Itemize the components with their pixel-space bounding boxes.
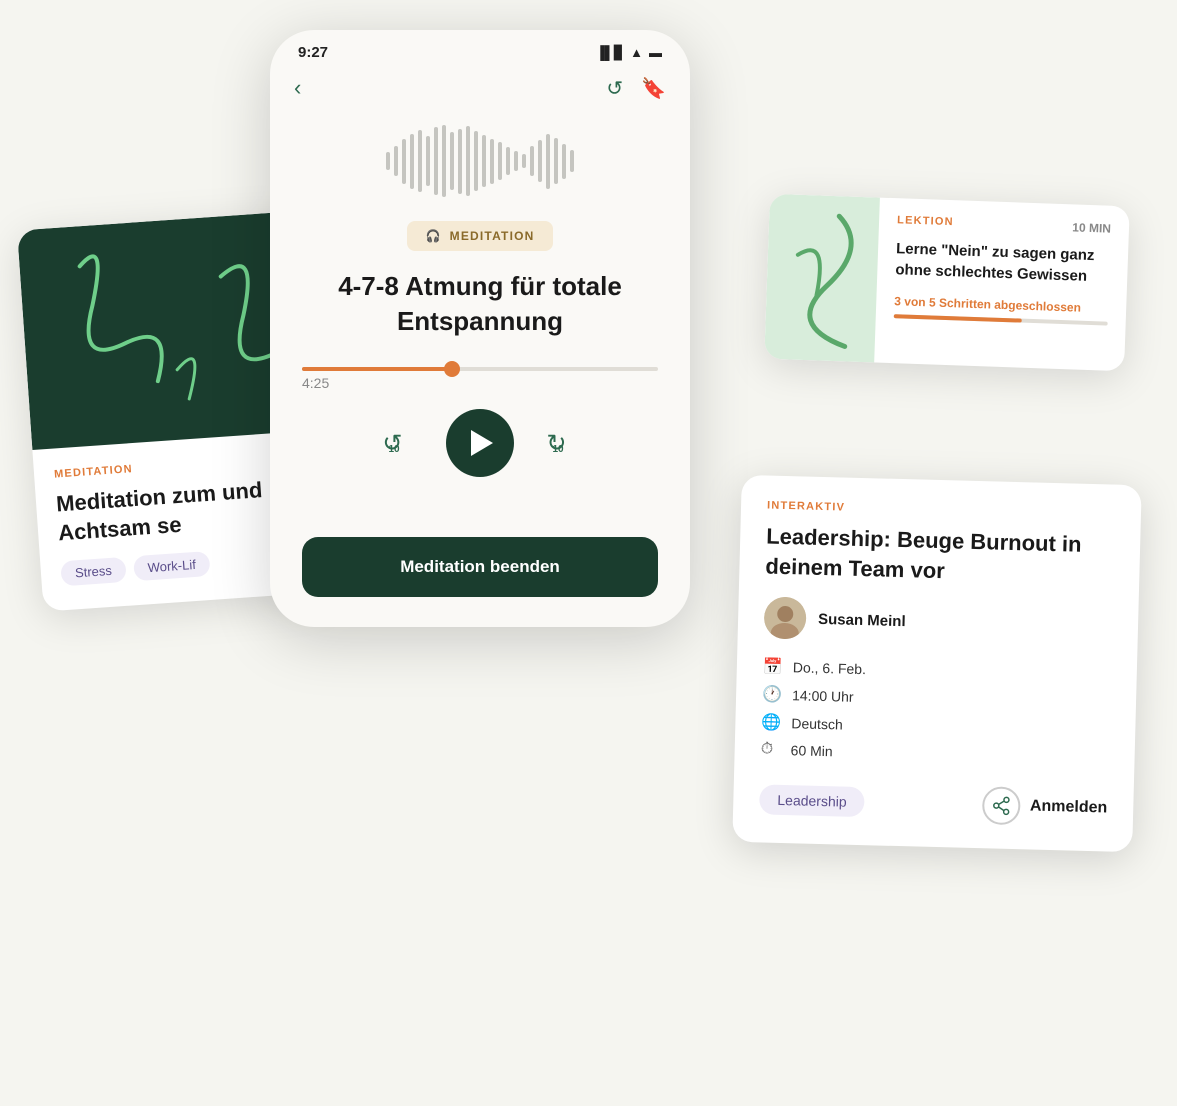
share-icon xyxy=(981,787,1020,826)
wave-bar xyxy=(530,146,534,176)
wave-bar xyxy=(434,127,438,195)
anmelden-label: Anmelden xyxy=(1030,798,1108,818)
battery-icon: ▬ xyxy=(649,45,662,60)
duration-row: ⏱ 60 Min xyxy=(760,741,1108,768)
wave-bar xyxy=(498,142,502,180)
tag-stress[interactable]: Stress xyxy=(60,557,126,586)
lektion-progress-text: 3 von 5 Schritten abgeschlossen xyxy=(894,294,1108,315)
progress-track xyxy=(302,367,658,371)
wifi-icon: ▲ xyxy=(630,45,643,60)
phone-status-bar: 9:27 ▐▌▊ ▲ ▬ xyxy=(270,30,690,67)
phone-time: 9:27 xyxy=(298,44,328,61)
duration-text: 60 Min xyxy=(790,743,832,760)
phone-nav: ‹ ↺ 🔖 xyxy=(270,67,690,111)
lang-text: Deutsch xyxy=(791,716,843,733)
lektion-title: Lerne "Nein" zu sagen ganz ohne schlecht… xyxy=(895,238,1110,287)
card-lektion: LEKTION 10 MIN Lerne "Nein" zu sagen gan… xyxy=(764,194,1130,371)
author-row: Susan Meinl xyxy=(764,597,1113,648)
date-row: 📅 Do., 6. Feb. xyxy=(763,657,1111,686)
wave-bar xyxy=(570,150,574,172)
lektion-steps-bar xyxy=(894,314,1108,325)
progress-time: 4:25 xyxy=(302,375,658,391)
progress-fill xyxy=(302,367,452,371)
play-icon xyxy=(471,430,493,456)
phone-main-title: 4-7-8 Atmung für totale Entspannung xyxy=(302,269,658,339)
author-name: Susan Meinl xyxy=(818,611,906,630)
signal-icon: ▐▌▊ xyxy=(596,45,624,61)
history-icon[interactable]: ↺ xyxy=(606,76,623,101)
wave-bar xyxy=(562,144,566,179)
meditation-badge: 🎧 MEDITATION xyxy=(407,221,552,251)
wave-bar xyxy=(482,135,486,187)
time-text: 14:00 Uhr xyxy=(792,688,854,706)
phone-nav-icons: ↺ 🔖 xyxy=(606,76,666,101)
wave-bar xyxy=(386,152,390,170)
skip-back-button[interactable]: ↺ 10 xyxy=(378,423,418,463)
lektion-top-row: LEKTION 10 MIN xyxy=(897,214,1111,235)
wave-bar xyxy=(442,125,446,197)
wave-bar xyxy=(402,139,406,184)
lektion-steps-fill xyxy=(894,314,1022,322)
wave-bar xyxy=(418,130,422,192)
wave-bar xyxy=(554,138,558,184)
tag-worklife[interactable]: Work-Lif xyxy=(133,551,211,581)
wave-bar xyxy=(394,146,398,176)
date-text: Do., 6. Feb. xyxy=(793,660,867,678)
end-meditation-button[interactable]: Meditation beenden xyxy=(302,537,658,597)
interaktiv-title: Leadership: Beuge Burnout in deinem Team… xyxy=(765,521,1114,589)
lektion-tag: LEKTION xyxy=(897,214,954,228)
headphones-icon: 🎧 xyxy=(425,229,441,243)
globe-icon: 🌐 xyxy=(761,713,782,734)
card-phone: 9:27 ▐▌▊ ▲ ▬ ‹ ↺ 🔖 xyxy=(270,30,690,627)
lektion-body: LEKTION 10 MIN Lerne "Nein" zu sagen gan… xyxy=(874,198,1130,372)
wave-bar xyxy=(538,140,542,182)
wave-bar xyxy=(450,132,454,190)
leadership-pill[interactable]: Leadership xyxy=(759,785,865,818)
wave-bar xyxy=(426,136,430,186)
phone-content: 🎧 MEDITATION 4-7-8 Atmung für totale Ent… xyxy=(270,111,690,527)
calendar-icon: 📅 xyxy=(763,657,784,678)
status-icons: ▐▌▊ ▲ ▬ xyxy=(596,45,662,61)
wave-bar xyxy=(474,131,478,191)
progress-dot xyxy=(444,361,460,377)
play-button[interactable] xyxy=(446,409,514,477)
wave-bar xyxy=(506,147,510,175)
interaktiv-tag: INTERAKTIV xyxy=(767,499,1115,520)
author-avatar xyxy=(764,597,807,640)
lang-row: 🌐 Deutsch xyxy=(761,713,1109,742)
lektion-green-panel xyxy=(764,194,880,363)
wave-bar xyxy=(458,129,462,194)
anmelden-button[interactable]: Anmelden xyxy=(981,787,1107,828)
wave-bar xyxy=(514,151,518,171)
player-controls: ↺ 10 ↻ 10 xyxy=(302,409,658,477)
info-rows: 📅 Do., 6. Feb. 🕐 14:00 Uhr 🌐 Deutsch ⏱ 6… xyxy=(760,657,1111,768)
bookmark-icon[interactable]: 🔖 xyxy=(641,76,666,101)
wave-bar xyxy=(490,139,494,184)
skip-forward-button[interactable]: ↻ 10 xyxy=(542,423,582,463)
back-icon[interactable]: ‹ xyxy=(294,75,301,101)
card-interaktiv: INTERAKTIV Leadership: Beuge Burnout in … xyxy=(732,475,1141,853)
clock-icon: 🕐 xyxy=(762,685,783,706)
badge-label: MEDITATION xyxy=(450,229,535,243)
time-row: 🕐 14:00 Uhr xyxy=(762,685,1110,714)
wave-bar xyxy=(466,126,470,196)
waveform xyxy=(302,121,658,201)
timer-icon: ⏱ xyxy=(760,741,780,760)
wave-bar xyxy=(546,134,550,189)
progress-bar[interactable] xyxy=(302,367,658,371)
wave-bar xyxy=(410,134,414,189)
lektion-time: 10 MIN xyxy=(1072,220,1111,235)
wave-bar xyxy=(522,154,526,168)
card-bottom-row: Leadership Anmelden xyxy=(759,781,1108,828)
